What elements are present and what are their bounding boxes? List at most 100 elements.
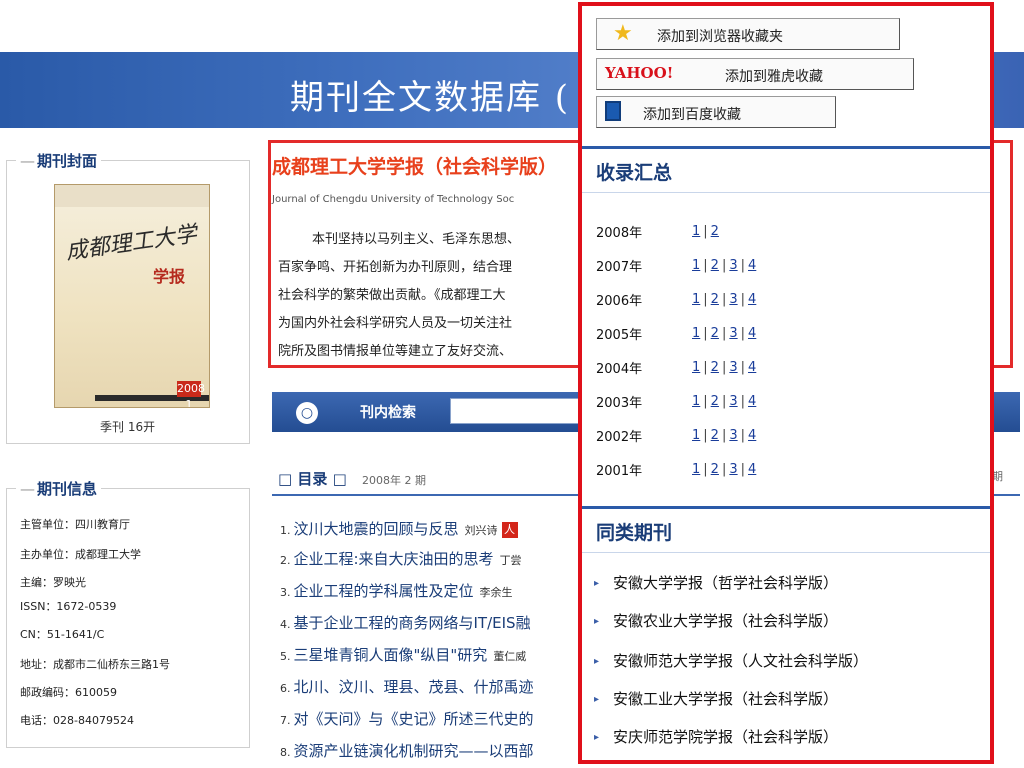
issue-link[interactable]: 3 [729,258,737,273]
issue-link[interactable]: 1 [692,360,700,375]
add-to-baidu-favorites-button[interactable]: 添加到百度收藏 [596,96,836,128]
toc-item-title-link[interactable]: 基于企业工程的商务网络与IT/EIS融 [294,614,531,632]
info-legend: 期刊信息 [16,478,102,499]
issue-separator: | [721,462,727,477]
similar-journal-link[interactable]: 安徽大学学报（哲学社会科学版） [613,574,838,592]
similar-journal-link[interactable]: 安徽工业大学学报（社会科学版） [613,690,838,708]
issue-separator: | [703,462,708,477]
toc-issue: 2008年 2 期 [362,474,426,487]
issue-link[interactable]: 2 [711,292,719,307]
toc-item-title-link[interactable]: 对《天问》与《史记》所述三代史的 [294,710,534,728]
issue-link[interactable]: 2 [711,224,719,239]
issue-separator: | [703,292,708,307]
similar-journal-item[interactable]: ▸ 安徽工业大学学报（社会科学版） [594,688,838,709]
toc-item-number: 8. [280,746,291,759]
toc-item-title-link[interactable]: 汶川大地震的回顾与反思 [294,520,459,538]
toc-item[interactable]: 4. 基于企业工程的商务网络与IT/EIS融 [280,612,531,633]
pdf-icon[interactable]: 人 [501,521,518,538]
issue-separator: | [740,326,746,341]
add-to-browser-favorites-button[interactable]: ★ 添加到浏览器收藏夹 [596,18,900,50]
toc-item[interactable]: 2. 企业工程:来自大庆油田的思考 丁尝 [280,548,522,569]
toc-item-title-link[interactable]: 企业工程:来自大庆油田的思考 [294,550,494,568]
favorite-label: 添加到百度收藏 [643,107,741,123]
cover-xuebao: 学报 [153,267,186,286]
issue-link[interactable]: 3 [729,292,737,307]
cover-issue-badge: 2008 1 [177,381,205,408]
issue-link[interactable]: 1 [692,326,700,341]
toc-item[interactable]: 3. 企业工程的学科属性及定位 李余生 [280,580,513,601]
toc-item-title-link[interactable]: 资源产业链演化机制研究——以西部 [294,742,534,760]
issue-link[interactable]: 2 [711,258,719,273]
issue-link[interactable]: 4 [748,360,756,375]
search-input[interactable] [450,398,590,424]
magnifier-icon[interactable]: ○ [296,402,318,424]
issue-link[interactable]: 3 [729,428,737,443]
similar-title: 同类期刊 [596,522,673,544]
issue-link[interactable]: 3 [729,462,737,477]
issue-link[interactable]: 2 [711,394,719,409]
journal-cover-image[interactable]: 成都理工大学 学报 2008 1 [54,184,210,408]
cover-legend: 期刊封面 [16,150,102,171]
issue-link[interactable]: 2 [711,326,719,341]
toc-item-title-link[interactable]: 三星堆青铜人面像"纵目"研究 [294,646,488,664]
issue-link[interactable]: 1 [692,428,700,443]
bullet-icon: ▸ [594,732,600,743]
year-label: 2007年 [596,260,643,275]
issue-link[interactable]: 4 [748,428,756,443]
issue-link[interactable]: 3 [729,326,737,341]
issue-separator: | [703,258,708,273]
issue-separator: | [740,292,746,307]
issue-link[interactable]: 1 [692,462,700,477]
favorite-label: 添加到雅虎收藏 [725,69,823,85]
issue-link[interactable]: 1 [692,292,700,307]
issue-link[interactable]: 3 [729,360,737,375]
similar-journal-item[interactable]: ▸ 安徽师范大学学报（人文社会科学版） [594,650,868,671]
year-label: 2002年 [596,430,643,445]
intro-line: 本刊坚持以马列主义、毛泽东思想、 [312,232,521,247]
add-to-yahoo-favorites-button[interactable]: YAHOO! 添加到雅虎收藏 [596,58,914,90]
info-line: 地址：成都市二仙桥东三路1号 [20,658,170,671]
toc-item-number: 2. [280,554,291,567]
similar-journal-link[interactable]: 安徽师范大学学报（人文社会科学版） [613,652,868,670]
issue-separator: | [703,394,708,409]
issue-separator: | [721,394,727,409]
similar-journal-item[interactable]: ▸ 安徽大学学报（哲学社会科学版） [594,572,838,593]
issue-link[interactable]: 3 [729,394,737,409]
issue-link[interactable]: 4 [748,462,756,477]
info-line: CN：51-1641/C [20,628,105,641]
toc-item[interactable]: 1. 汶川大地震的回顾与反思 刘兴诗人 [280,518,518,539]
issue-link[interactable]: 4 [748,258,756,273]
toc-item-number: 3. [280,586,291,599]
issue-link[interactable]: 2 [711,462,719,477]
similar-journal-item[interactable]: ▸ 安庆师范学院学报（社会科学版） [594,726,838,747]
toc-item-author: 董仁威 [493,650,527,663]
toc-item[interactable]: 8. 资源产业链演化机制研究——以西部 [280,740,534,761]
toc-item[interactable]: 6. 北川、汶川、理县、茂县、什邡禹迹 [280,676,534,697]
issue-link[interactable]: 1 [692,258,700,273]
page-title: 期刊全文数据库 ( [290,78,571,118]
similar-journal-link[interactable]: 安庆师范学院学报（社会科学版） [613,728,838,746]
issue-link[interactable]: 1 [692,224,700,239]
toc-item-title-link[interactable]: 北川、汶川、理县、茂县、什邡禹迹 [294,678,534,696]
star-icon: ★ [613,21,633,46]
summary-rule [582,146,990,149]
issue-link[interactable]: 4 [748,326,756,341]
bullet-icon: ▸ [594,616,600,627]
issue-link[interactable]: 2 [711,428,719,443]
issue-separator: | [721,292,727,307]
issue-separator: | [740,258,746,273]
issue-link[interactable]: 2 [711,360,719,375]
similar-journal-link[interactable]: 安徽农业大学学报（社会科学版） [613,612,838,630]
toc-item[interactable]: 5. 三星堆青铜人面像"纵目"研究 董仁威 [280,644,526,665]
similar-journal-item[interactable]: ▸ 安徽农业大学学报（社会科学版） [594,610,838,631]
toc-item-author: 丁尝 [499,554,522,567]
toc-item-title-link[interactable]: 企业工程的学科属性及定位 [294,582,474,600]
issue-separator: | [740,360,746,375]
search-label: 刊内检索 [360,405,416,421]
toc-item[interactable]: 7. 对《天问》与《史记》所述三代史的 [280,708,534,729]
issue-link[interactable]: 4 [748,394,756,409]
issue-separator: | [740,462,746,477]
issue-link[interactable]: 4 [748,292,756,307]
issue-link[interactable]: 1 [692,394,700,409]
intro-line: 百家争鸣、开拓创新为办刊原则，结合理 [278,260,513,275]
